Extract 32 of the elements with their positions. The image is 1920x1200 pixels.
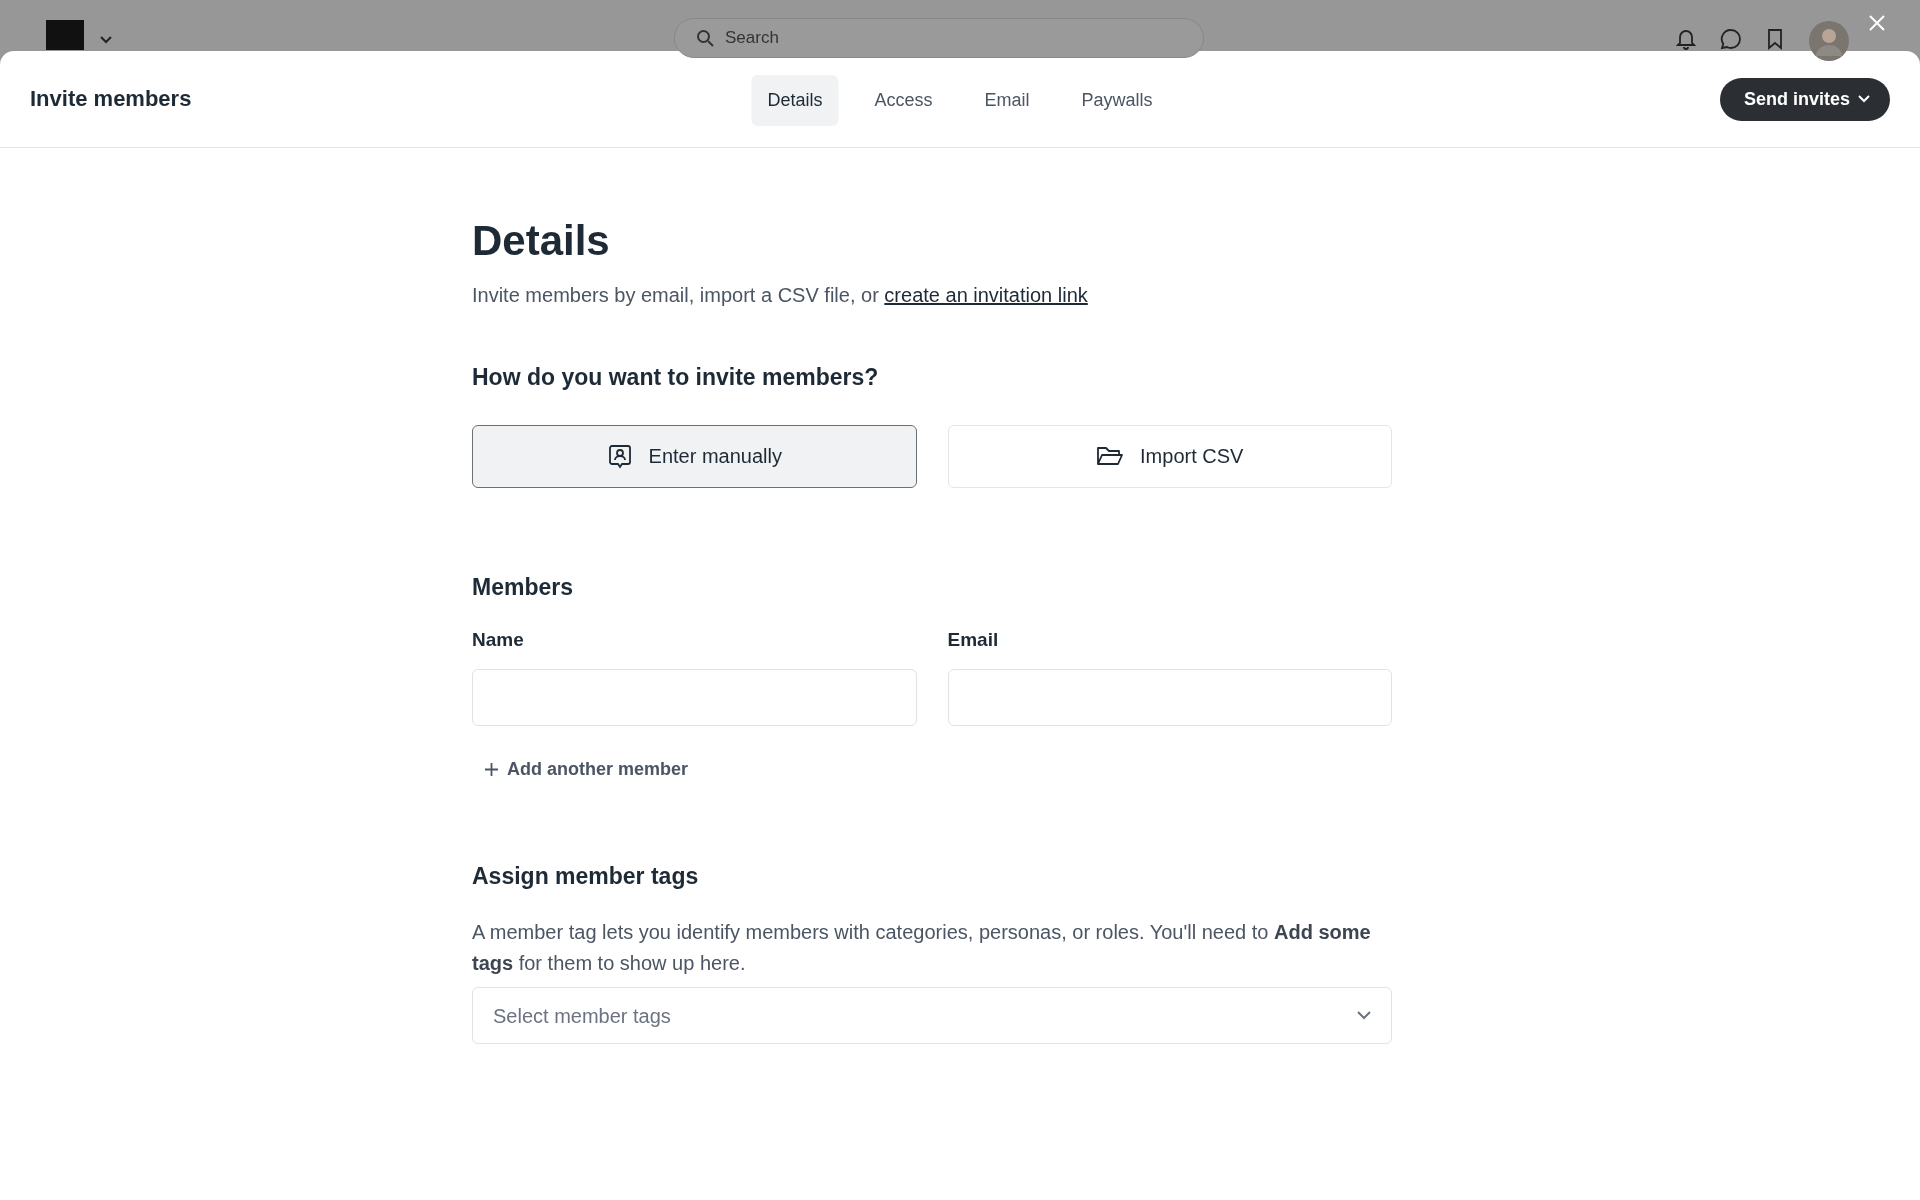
field-label: Email [947, 628, 1000, 653]
tags-select[interactable]: Select member tags [472, 987, 1392, 1045]
tab[interactable]: Paywalls [1065, 75, 1169, 126]
add-member-link[interactable]: Add another member [472, 755, 701, 783]
search-field[interactable]: Search [674, 18, 1204, 58]
section-heading: Members [472, 572, 574, 602]
chat-bubble-icon[interactable] [1720, 28, 1742, 50]
search-icon [696, 29, 714, 47]
chevron-down-icon [1858, 95, 1870, 103]
tab[interactable]: Email [968, 75, 1046, 126]
method-option[interactable]: Enter manually [472, 424, 917, 488]
tab[interactable]: Details [751, 75, 839, 126]
chevron-down-icon[interactable] [100, 36, 112, 44]
dialog-title: Invite members [30, 85, 192, 113]
bookmark-icon[interactable] [1766, 28, 1784, 50]
plus-icon [484, 761, 499, 777]
intro-text: Invite members by email, import a CSV file, or create an invitation link [472, 283, 1089, 309]
contact-card-icon [606, 443, 633, 470]
invitation-link[interactable]: create an invitation link [884, 284, 1088, 307]
tags-description: A member tag lets you identify members with categories, personas, or roles. You'll need to Add some tags for them to show up here. [472, 920, 1372, 977]
chevron-down-icon [1357, 1011, 1371, 1021]
close-icon[interactable] [1868, 14, 1886, 32]
section-heading: How do you want to invite members? [472, 363, 880, 393]
field-label: Name [472, 628, 525, 653]
tab[interactable]: Access [858, 75, 949, 126]
method-option[interactable]: Import CSV [947, 424, 1392, 488]
section-heading: Assign member tags [472, 861, 700, 891]
input-field[interactable] [472, 668, 917, 726]
page-heading: Details [472, 216, 611, 266]
input-field[interactable] [947, 668, 1392, 726]
send-invites-button[interactable]: Send invites [1719, 77, 1890, 121]
bell-icon[interactable] [1676, 28, 1696, 50]
